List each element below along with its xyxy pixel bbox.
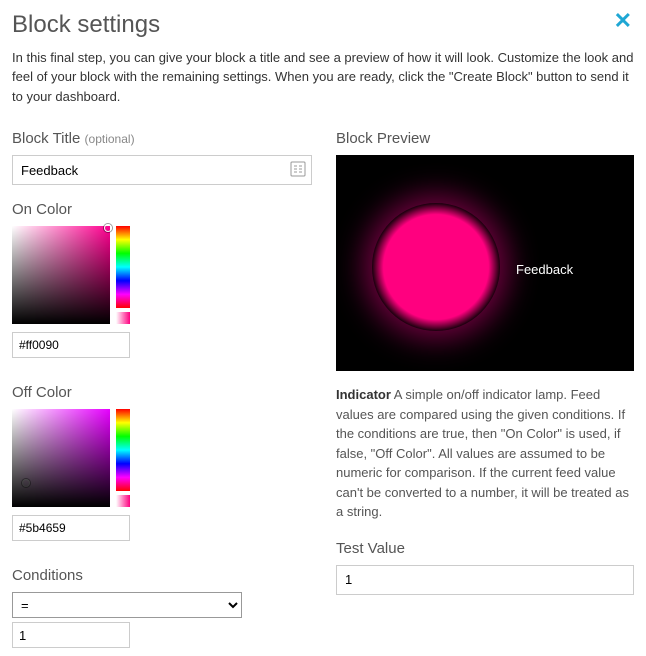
page-title: Block settings: [12, 8, 634, 42]
off-color-picker-cursor: [22, 479, 30, 487]
test-value-input[interactable]: [336, 565, 634, 595]
block-preview: Feedback: [336, 155, 634, 371]
indicator-description: Indicator A simple on/off indicator lamp…: [336, 385, 634, 522]
block-title-optional: (optional): [85, 132, 135, 146]
on-color-label: On Color: [12, 199, 312, 220]
preview-label: Block Preview: [336, 128, 634, 149]
block-title-input[interactable]: [12, 155, 312, 185]
indicator-desc-body: A simple on/off indicator lamp. Feed val…: [336, 387, 629, 519]
intro-text: In this final step, you can give your bl…: [12, 48, 634, 107]
off-color-label: Off Color: [12, 382, 312, 403]
off-color-hue-slider[interactable]: [116, 409, 130, 491]
on-color-hue-slider[interactable]: [116, 226, 130, 308]
test-value-label: Test Value: [336, 538, 634, 559]
conditions-operator-select[interactable]: =: [12, 592, 242, 618]
indicator-orb: [372, 203, 500, 331]
off-color-hex-input[interactable]: [12, 515, 130, 541]
indicator-desc-title: Indicator: [336, 387, 391, 402]
close-icon[interactable]: ✕: [614, 6, 632, 37]
off-color-alpha-slider[interactable]: [116, 495, 130, 507]
on-color-picker-cursor: [104, 224, 112, 232]
on-color-saturation-picker[interactable]: [12, 226, 110, 324]
on-color-alpha-slider[interactable]: [116, 312, 130, 324]
block-title-label: Block Title (optional): [12, 128, 312, 149]
form-icon: [290, 161, 306, 177]
conditions-label: Conditions: [12, 565, 312, 586]
conditions-value-input[interactable]: [12, 622, 130, 648]
off-color-saturation-picker[interactable]: [12, 409, 110, 507]
block-title-label-text: Block Title: [12, 130, 80, 147]
on-color-hex-input[interactable]: [12, 332, 130, 358]
indicator-label: Feedback: [516, 261, 573, 279]
